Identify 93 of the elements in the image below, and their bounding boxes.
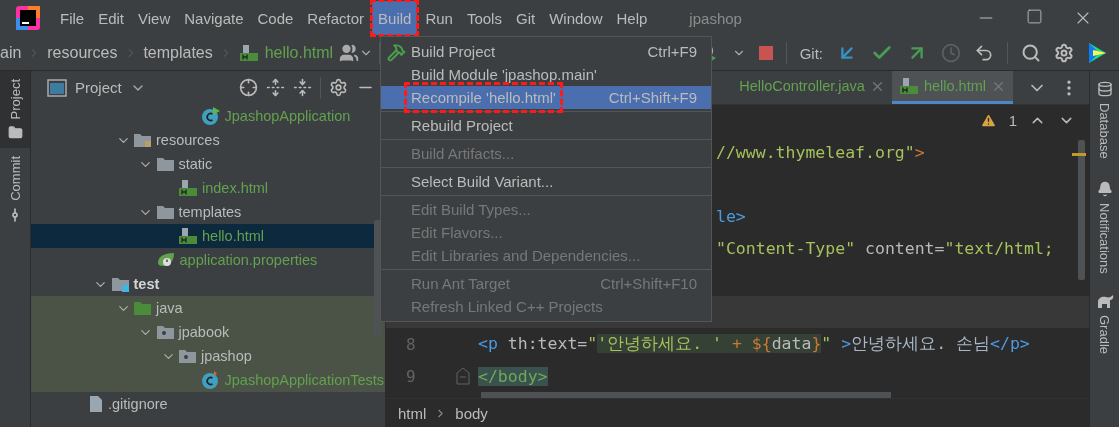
menu-item[interactable]: View [132, 1, 177, 35]
expand-all-icon[interactable] [266, 78, 285, 97]
menu-item[interactable]: Build Module 'jpashop.main' [381, 63, 711, 86]
shortcut-label: Ctrl+F9 [647, 43, 697, 60]
tree-item-label: resources [156, 132, 220, 148]
tree-item-label: .gitignore [108, 396, 168, 412]
search-icon[interactable] [1021, 43, 1041, 63]
tree-item-label: hello.html [202, 228, 265, 244]
tool-window-tab[interactable]: Gradle [1095, 295, 1114, 355]
scrollbar-thumb[interactable] [481, 392, 891, 398]
maximize-icon[interactable] [1026, 8, 1043, 25]
menu-item[interactable]: Build Project Ctrl+F9 [381, 40, 711, 63]
menu-item[interactable]: Rebuild Project [381, 114, 711, 137]
tree-item-label: static [178, 156, 213, 172]
menu-item[interactable]: File [54, 1, 91, 35]
tree-item[interactable]: jpabook [31, 320, 385, 344]
line-number: 8 [405, 334, 417, 354]
window-icon [47, 78, 67, 97]
tree-item-label: application.properties [179, 252, 318, 268]
breadcrumb-item[interactable]: body [455, 404, 488, 422]
menu-item[interactable]: Select Build Variant... [381, 170, 711, 193]
menu-item[interactable]: Window [543, 1, 609, 35]
file-icon [88, 395, 104, 413]
folder-icon [133, 300, 152, 316]
test-class-icon [200, 370, 221, 390]
revert-icon[interactable] [974, 43, 994, 63]
breadcrumb-item[interactable]: hello.html [264, 44, 334, 62]
code-line: le> [716, 206, 746, 226]
users-icon[interactable] [339, 43, 360, 63]
window-title: jpashop [689, 9, 742, 27]
tool-window-tab[interactable]: Database [1096, 81, 1113, 159]
breadcrumb-item[interactable]: templates [143, 44, 213, 62]
locate-icon[interactable] [239, 78, 258, 97]
tree-item-label: index.html [202, 180, 269, 196]
panel-title[interactable]: Project [75, 79, 122, 96]
tool-window-tab[interactable]: Notifications [1096, 180, 1113, 274]
tree-item-label: test [133, 276, 160, 292]
menu-item[interactable]: Help [610, 1, 654, 35]
line-number: 9 [405, 366, 417, 386]
package-icon [155, 324, 175, 340]
html-file-icon [898, 77, 919, 95]
tree-item-label: java [156, 300, 183, 316]
breadcrumb-item[interactable]: resources [47, 44, 118, 62]
menu-item[interactable]: Run [419, 1, 459, 35]
warning-icon[interactable] [979, 112, 997, 129]
git-label: Git: [799, 44, 823, 62]
folder-icon [133, 132, 152, 148]
tree-item-label: JpashopApplication [224, 108, 351, 124]
menu-item[interactable]: Refactor [301, 1, 371, 35]
breadcrumb-item[interactable]: html [398, 404, 427, 422]
bell-icon [1096, 180, 1113, 197]
menu-item[interactable]: Code [251, 1, 300, 35]
shortcut-label: Ctrl+Shift+F10 [600, 275, 697, 292]
tree-item-label: jpashop [201, 348, 252, 364]
plugin-logo-icon[interactable] [1087, 42, 1107, 64]
scrollbar-thumb[interactable] [1078, 140, 1085, 280]
warning-count: 1 [1008, 112, 1017, 129]
package-icon [178, 348, 197, 364]
html-file-icon [178, 227, 198, 245]
folder-icon [155, 204, 175, 220]
stop-icon[interactable] [758, 46, 773, 60]
hammer-icon [387, 43, 406, 62]
html-file-icon [178, 179, 198, 197]
shortcut-label: Ctrl+Shift+F9 [608, 89, 697, 106]
database-icon [1096, 81, 1113, 97]
settings-icon[interactable] [1054, 43, 1074, 63]
warning-marker [1072, 153, 1086, 156]
tool-window-tab[interactable]: Project [0, 71, 30, 149]
settings-icon[interactable] [329, 78, 348, 97]
menu-item[interactable]: Git [509, 1, 542, 35]
code-line: "Content-Type" content="text/html; [716, 238, 1054, 258]
leaf-icon [155, 251, 176, 269]
spring-class-icon [200, 106, 221, 126]
elephant-icon [1095, 295, 1114, 310]
folder-icon [7, 125, 23, 141]
collapse-all-icon[interactable] [293, 78, 312, 97]
code-line: <p th:text="'안녕하세요. ' + ${data}" >안녕하세요. 손님</p> [478, 333, 1030, 355]
tree-item-label: JpashopApplicationTests [224, 372, 385, 388]
menu-item[interactable]: Tools [460, 1, 508, 35]
code-line: //www.thymeleaf.org"> [716, 142, 925, 162]
tree-item-label: templates [178, 204, 242, 220]
editor-tab[interactable]: HelloController.java [732, 71, 892, 104]
tree-item[interactable]: .gitignore [31, 392, 385, 416]
menu-item[interactable]: Edit [92, 1, 131, 35]
folder-icon [110, 276, 130, 292]
folder-icon [155, 156, 175, 172]
tree-item[interactable]: jpashop [31, 344, 385, 368]
app-logo [16, 6, 40, 30]
tree-item-label: jpabook [178, 324, 230, 340]
tool-window-tab[interactable]: Commit [0, 148, 30, 232]
breadcrumb-item[interactable]: ain [0, 44, 22, 62]
menu-item[interactable]: Navigate [178, 1, 250, 35]
html-file-icon [238, 44, 259, 62]
